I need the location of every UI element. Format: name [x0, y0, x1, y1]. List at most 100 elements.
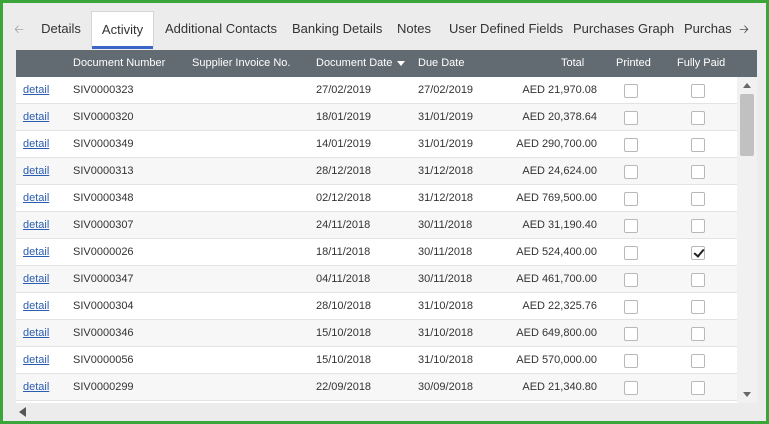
column-header-fully-paid[interactable]: Fully Paid — [677, 50, 725, 77]
document-date-cell: 24/11/2018 — [316, 219, 371, 231]
printed-checkbox[interactable] — [624, 165, 638, 179]
column-header-document-date[interactable]: Document Date — [316, 50, 406, 77]
activity-grid: Document Number Supplier Invoice No. Doc… — [16, 50, 757, 403]
tab-purchase-orders[interactable]: Purchase Or — [684, 11, 731, 47]
document-date-cell: 15/10/2018 — [316, 354, 372, 366]
detail-link[interactable]: detail — [23, 104, 49, 131]
document-number-cell: SIV0000304 — [73, 300, 134, 312]
activity-window: 🡠 Details Activity Additional Contacts B… — [0, 0, 769, 424]
column-header-document-number[interactable]: Document Number — [73, 50, 165, 77]
table-row[interactable]: detail SIV0000307 24/11/2018 30/11/2018 AED … — [16, 212, 737, 239]
table-row[interactable]: detail SIV0000348 02/12/2018 31/12/2018 AED … — [16, 185, 737, 212]
fully-paid-checkbox[interactable] — [691, 219, 705, 233]
column-header-due-date[interactable]: Due Date — [418, 50, 464, 77]
detail-link[interactable]: detail — [23, 212, 49, 239]
fully-paid-checkbox[interactable] — [691, 192, 705, 206]
table-row[interactable]: detail SIV0000347 04/11/2018 30/11/2018 AED … — [16, 266, 737, 293]
due-date-cell: 30/11/2018 — [418, 246, 473, 258]
fully-paid-checkbox[interactable] — [691, 111, 705, 125]
printed-checkbox[interactable] — [624, 84, 638, 98]
tab-purchases-graph[interactable]: Purchases Graph — [573, 11, 674, 47]
detail-link[interactable]: detail — [23, 185, 49, 212]
document-number-cell: SIV0000323 — [73, 84, 134, 96]
fully-paid-checkbox[interactable] — [691, 84, 705, 98]
document-number-cell: SIV0000348 — [73, 192, 134, 204]
fully-paid-checkbox[interactable] — [691, 165, 705, 179]
table-row[interactable]: detail SIV0000313 28/12/2018 31/12/2018 AED … — [16, 158, 737, 185]
detail-link[interactable]: detail — [23, 131, 49, 158]
grid-header: Document Number Supplier Invoice No. Doc… — [16, 50, 757, 77]
document-number-cell: SIV0000307 — [73, 219, 134, 231]
printed-checkbox[interactable] — [624, 381, 638, 395]
fully-paid-checkbox[interactable] — [691, 273, 705, 287]
grid-rows: detail SIV0000323 27/02/2019 27/02/2019 AED … — [16, 77, 737, 403]
fully-paid-checkbox[interactable] — [691, 381, 705, 395]
table-row[interactable]: detail SIV0000056 15/10/2018 31/10/2018 AED … — [16, 347, 737, 374]
table-row[interactable]: detail SIV0000323 27/02/2019 27/02/2019 AED … — [16, 77, 737, 104]
tabs-scroll-right-icon[interactable]: 🡢 — [733, 11, 755, 49]
tab-activity[interactable]: Activity — [91, 11, 154, 49]
total-cell: AED 24,624.00 — [522, 165, 597, 177]
printed-checkbox[interactable] — [624, 219, 638, 233]
document-date-cell: 27/02/2019 — [316, 84, 372, 96]
fully-paid-checkbox[interactable] — [691, 138, 705, 152]
horizontal-scrollbar[interactable] — [16, 403, 757, 420]
vertical-scrollbar[interactable] — [737, 77, 757, 403]
total-cell: AED 461,700.00 — [516, 273, 597, 285]
tab-banking-details[interactable]: Banking Details — [292, 11, 384, 47]
printed-checkbox[interactable] — [624, 327, 638, 341]
fully-paid-checkbox[interactable] — [691, 327, 705, 341]
table-row[interactable]: detail SIV0000304 28/10/2018 31/10/2018 AED … — [16, 293, 737, 320]
document-date-cell: 28/12/2018 — [316, 165, 372, 177]
printed-checkbox[interactable] — [624, 300, 638, 314]
due-date-cell: 31/01/2019 — [418, 111, 474, 123]
document-date-cell: 02/12/2018 — [316, 192, 372, 204]
detail-link[interactable]: detail — [23, 77, 49, 104]
scroll-left-icon[interactable] — [19, 407, 26, 417]
due-date-cell: 30/11/2018 — [418, 219, 473, 231]
scroll-up-icon[interactable] — [737, 77, 757, 93]
column-header-printed[interactable]: Printed — [616, 50, 651, 77]
printed-checkbox[interactable] — [624, 192, 638, 206]
fully-paid-checkbox[interactable] — [691, 354, 705, 368]
detail-link[interactable]: detail — [23, 374, 49, 401]
column-header-supplier-invoice[interactable]: Supplier Invoice No. — [192, 50, 290, 77]
scroll-down-icon[interactable] — [737, 387, 757, 403]
due-date-cell: 31/12/2018 — [418, 192, 474, 204]
detail-link[interactable]: detail — [23, 320, 49, 347]
printed-checkbox[interactable] — [624, 273, 638, 287]
document-date-cell: 18/01/2019 — [316, 111, 372, 123]
document-number-cell: SIV0000349 — [73, 138, 134, 150]
printed-checkbox[interactable] — [624, 354, 638, 368]
tab-list: Details Activity Additional Contacts Ban… — [31, 11, 731, 49]
scrollbar-thumb[interactable] — [740, 94, 754, 156]
detail-link[interactable]: detail — [23, 239, 49, 266]
due-date-cell: 30/11/2018 — [418, 273, 473, 285]
fully-paid-checkbox[interactable] — [691, 246, 705, 260]
tab-user-defined-fields[interactable]: User Defined Fields — [449, 11, 563, 47]
tab-notes[interactable]: Notes — [397, 11, 433, 47]
document-date-cell: 28/10/2018 — [316, 300, 372, 312]
total-cell: AED 769,500.00 — [516, 192, 597, 204]
fully-paid-checkbox[interactable] — [691, 300, 705, 314]
document-number-cell: SIV0000299 — [73, 381, 134, 393]
detail-link[interactable]: detail — [23, 266, 49, 293]
tab-additional-contacts[interactable]: Additional Contacts — [165, 11, 277, 47]
detail-link[interactable]: detail — [23, 347, 49, 374]
table-row[interactable]: detail SIV0000346 15/10/2018 31/10/2018 AED … — [16, 320, 737, 347]
printed-checkbox[interactable] — [624, 246, 638, 260]
table-row[interactable]: detail SIV0000349 14/01/2019 31/01/2019 AED … — [16, 131, 737, 158]
tab-bar: 🡠 Details Activity Additional Contacts B… — [3, 11, 766, 49]
detail-link[interactable]: detail — [23, 293, 49, 320]
printed-checkbox[interactable] — [624, 138, 638, 152]
detail-link[interactable]: detail — [23, 158, 49, 185]
total-cell: AED 524,400.00 — [516, 246, 597, 258]
table-row[interactable]: detail SIV0000299 22/09/2018 30/09/2018 AED … — [16, 374, 737, 401]
tabs-scroll-left-icon[interactable]: 🡠 — [8, 11, 30, 49]
table-row[interactable]: detail SIV0000026 18/11/2018 30/11/2018 AED … — [16, 239, 737, 266]
printed-checkbox[interactable] — [624, 111, 638, 125]
table-row[interactable]: detail SIV0000320 18/01/2019 31/01/2019 AED … — [16, 104, 737, 131]
tab-details[interactable]: Details — [31, 11, 91, 47]
column-header-total[interactable]: Total — [561, 50, 584, 77]
document-number-cell: SIV0000026 — [73, 246, 134, 258]
